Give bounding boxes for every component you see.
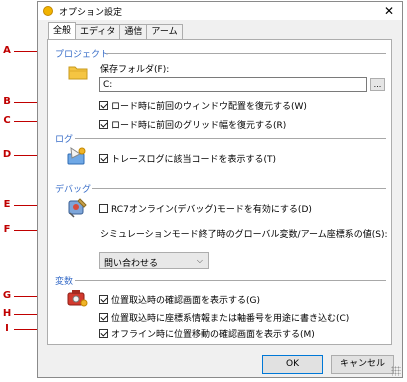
resize-grip[interactable] — [391, 366, 401, 376]
confirm-position-label: 位置取込時の確認画面を表示する(G) — [111, 296, 260, 306]
debug-icon — [66, 196, 88, 221]
chevron-down-icon: ⌵ — [196, 256, 203, 265]
folder-icon — [68, 64, 88, 83]
section-title-project: プロジェクト — [55, 50, 110, 60]
rc7-online-row[interactable]: RC7オンライン(デバッグ)モードを有効にする(D) — [99, 202, 312, 215]
callout-e: E — [3, 199, 11, 210]
confirm-offline-checkbox[interactable] — [99, 329, 108, 338]
tab-editor[interactable]: エディタ — [75, 24, 121, 39]
trace-code-checkbox[interactable] — [99, 154, 108, 163]
confirm-offline-label: オフライン時に位置移動の確認画面を表示する(M) — [111, 330, 315, 340]
sim-end-label: シミュレーションモード終了時のグローバル変数/アーム座標系の値(S): — [100, 230, 388, 240]
rc7-online-checkbox[interactable] — [99, 204, 108, 213]
callout-b: B — [3, 96, 11, 107]
confirm-position-checkbox[interactable] — [99, 295, 108, 304]
restore-window-row[interactable]: ロード時に前回のウィンドウ配置を復元する(W) — [99, 99, 307, 112]
write-coord-info-checkbox[interactable] — [99, 313, 108, 322]
restore-grid-label: ロード時に前回のグリッド幅を復元する(R) — [111, 121, 287, 131]
tab-general[interactable]: 全般 — [48, 22, 77, 39]
tab-arm[interactable]: アーム — [146, 24, 183, 39]
variable-icon — [66, 288, 88, 311]
general-tab-panel: プロジェクト 保存フォルダ(F): C: ... ロード時に前回のウィンドウ配置… — [47, 39, 392, 345]
write-coord-info-label: 位置取込時に座標系情報または軸番号を用途に書き込む(C) — [111, 314, 350, 324]
log-icon — [66, 146, 88, 169]
save-folder-label: 保存フォルダ(F): — [100, 65, 170, 75]
tab-bar: 全般 エディタ 通信 アーム — [48, 22, 183, 39]
confirm-position-row[interactable]: 位置取込時の確認画面を表示する(G) — [99, 293, 260, 306]
ok-button[interactable]: OK — [262, 355, 323, 374]
callout-h: H — [2, 308, 12, 319]
options-dialog: オプション設定 ✕ 全般 エディタ 通信 アーム プロジェクト 保存フォルダ(F… — [37, 1, 403, 378]
trace-code-label: トレースログに該当コードを表示する(T) — [111, 155, 277, 165]
rc7-online-label: RC7オンライン(デバッグ)モードを有効にする(D) — [111, 205, 312, 215]
save-folder-input[interactable]: C: — [99, 77, 367, 92]
title-bar[interactable]: オプション設定 ✕ — [38, 2, 402, 20]
section-divider-debug — [92, 188, 386, 189]
callout-c: C — [3, 115, 11, 126]
sim-end-dropdown[interactable]: 問い合わせる ⌵ — [99, 252, 209, 269]
section-divider-variables — [75, 280, 386, 281]
window-title: オプション設定 — [59, 8, 123, 18]
restore-window-checkbox[interactable] — [99, 101, 108, 110]
sim-end-selected-value: 問い合わせる — [104, 259, 159, 269]
callout-i: I — [5, 323, 9, 334]
section-title-debug: デバッグ — [55, 185, 92, 195]
restore-window-label: ロード時に前回のウィンドウ配置を復元する(W) — [111, 102, 307, 112]
callout-a: A — [3, 45, 11, 56]
section-divider-log — [75, 138, 386, 139]
trace-code-row[interactable]: トレースログに該当コードを表示する(T) — [99, 152, 276, 165]
options-app-icon — [43, 6, 53, 16]
close-button[interactable]: ✕ — [376, 2, 402, 20]
section-title-variables: 変数 — [55, 277, 74, 287]
callout-g: G — [2, 290, 12, 301]
section-title-log: ログ — [55, 135, 74, 145]
confirm-offline-row[interactable]: オフライン時に位置移動の確認画面を表示する(M) — [99, 327, 315, 340]
section-divider-project — [106, 53, 386, 54]
browse-folder-button[interactable]: ... — [370, 78, 385, 91]
callout-f: F — [3, 224, 11, 235]
cancel-button[interactable]: キャンセル — [331, 355, 394, 374]
write-coord-info-row[interactable]: 位置取込時に座標系情報または軸番号を用途に書き込む(C) — [99, 311, 349, 324]
callout-d: D — [2, 149, 12, 160]
restore-grid-checkbox[interactable] — [99, 120, 108, 129]
tab-communication[interactable]: 通信 — [119, 24, 148, 39]
restore-grid-row[interactable]: ロード時に前回のグリッド幅を復元する(R) — [99, 118, 286, 131]
